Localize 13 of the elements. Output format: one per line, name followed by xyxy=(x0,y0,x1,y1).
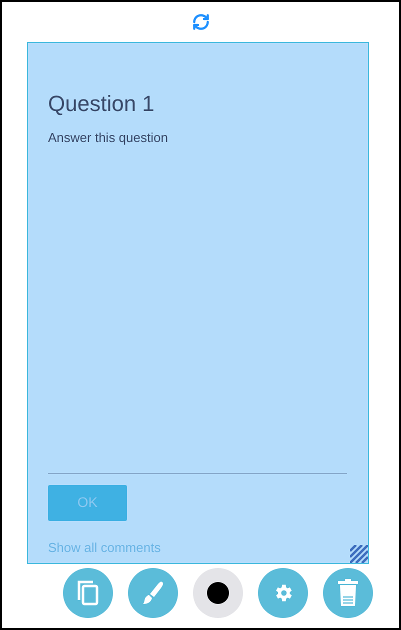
trash-icon xyxy=(336,579,358,607)
resize-handle-icon[interactable] xyxy=(350,545,368,563)
trash-button[interactable] xyxy=(322,568,372,618)
settings-button[interactable] xyxy=(258,568,308,618)
refresh-icon[interactable] xyxy=(192,13,210,31)
copy-icon xyxy=(76,580,98,606)
color-button[interactable] xyxy=(192,568,242,618)
question-prompt: Answer this question xyxy=(48,129,169,147)
question-title: Question 1 xyxy=(48,93,156,115)
ok-button[interactable]: OK xyxy=(48,484,127,520)
copy-button[interactable] xyxy=(62,568,112,618)
brush-button[interactable] xyxy=(128,568,178,618)
show-comments-link[interactable]: Show all comments xyxy=(48,538,161,557)
